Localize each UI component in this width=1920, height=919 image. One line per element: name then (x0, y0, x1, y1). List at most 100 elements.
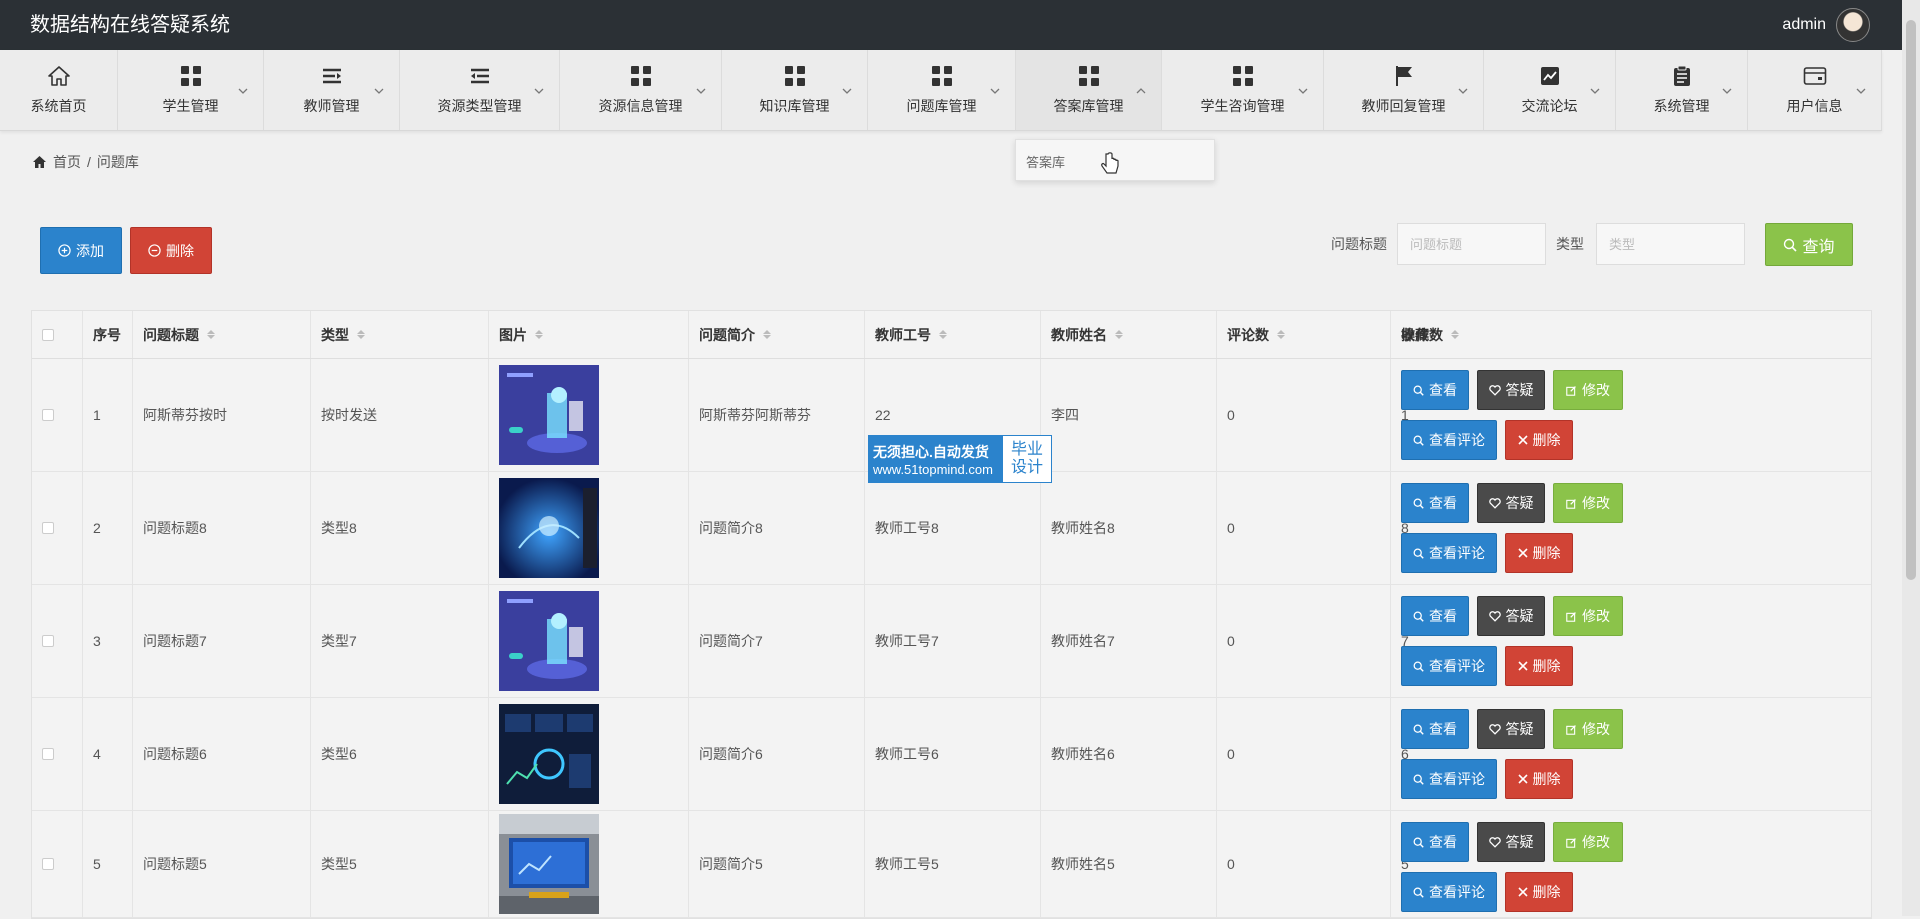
add-button[interactable]: 添加 (40, 227, 122, 274)
view-button[interactable]: 查看 (1401, 822, 1469, 862)
view-button[interactable]: 查看 (1401, 370, 1469, 410)
row-checkbox[interactable] (42, 748, 54, 760)
view-comments-button[interactable]: 查看评论 (1401, 533, 1497, 573)
row-actions: 查看 答疑 修改查看评论 删除 (1390, 698, 1873, 810)
cell-text: 0 (1227, 746, 1235, 762)
delete-row-button[interactable]: 删除 (1505, 759, 1573, 799)
delete-row-button[interactable]: 删除 (1505, 533, 1573, 573)
cell-intro: 问题简介7 (688, 585, 864, 697)
sort-icon[interactable] (763, 330, 771, 339)
user-name[interactable]: admin (1782, 16, 1826, 34)
search-icon (1413, 837, 1424, 848)
column-header-6[interactable]: 教师姓名 (1040, 311, 1216, 358)
cell-text: 4 (93, 746, 101, 762)
cell-type: 类型6 (310, 698, 488, 810)
cell-text: 2 (93, 520, 101, 536)
view-comments-button[interactable]: 查看评论 (1401, 759, 1497, 799)
row-checkbox[interactable] (42, 522, 54, 534)
answer-button[interactable]: 答疑 (1477, 596, 1545, 636)
row-checkbox[interactable] (42, 635, 54, 647)
answer-button[interactable]: 答疑 (1477, 370, 1545, 410)
avatar[interactable] (1836, 8, 1870, 42)
column-header-1[interactable]: 问题标题 (132, 311, 310, 358)
sort-icon[interactable] (207, 330, 215, 339)
cell-tid: 教师工号8 (864, 472, 1040, 584)
nav-item-11[interactable]: 系统管理 (1616, 50, 1748, 130)
nav-item-7[interactable]: 答案库管理 (1016, 50, 1162, 130)
delete-selected-button[interactable]: 删除 (130, 227, 212, 274)
delete-row-button-label: 删除 (1532, 432, 1561, 448)
delete-row-button[interactable]: 删除 (1505, 872, 1573, 912)
view-comments-button-label: 查看评论 (1429, 884, 1485, 900)
nav-item-5[interactable]: 知识库管理 (722, 50, 868, 130)
plus-circle-icon (58, 244, 71, 257)
column-header-label: 类型 (321, 326, 349, 343)
column-header-3[interactable]: 图片 (488, 311, 688, 358)
view-comments-button[interactable]: 查看评论 (1401, 872, 1497, 912)
chevron-down-icon (373, 84, 385, 96)
search-title-input[interactable] (1397, 223, 1546, 265)
row-checkbox[interactable] (42, 409, 54, 421)
view-button[interactable]: 查看 (1401, 483, 1469, 523)
nav-item-4[interactable]: 资源信息管理 (560, 50, 722, 130)
search-icon (1413, 548, 1424, 559)
watermark-right: 毕业 设计 (1003, 436, 1051, 482)
edit-button[interactable]: 修改 (1553, 709, 1623, 749)
nav-item-10[interactable]: 交流论坛 (1484, 50, 1616, 130)
dropdown-item-answer-library[interactable]: 答案库 (1026, 152, 1065, 171)
select-all-checkbox[interactable] (42, 328, 54, 341)
answer-button[interactable]: 答疑 (1477, 709, 1545, 749)
search-button[interactable]: 查询 (1765, 223, 1853, 266)
edit-button[interactable]: 修改 (1553, 822, 1623, 862)
add-button-label: 添加 (76, 242, 104, 259)
column-header-4[interactable]: 问题简介 (688, 311, 864, 358)
nav-item-3[interactable]: 资源类型管理 (400, 50, 560, 130)
view-button[interactable]: 查看 (1401, 709, 1469, 749)
home-icon (33, 156, 46, 168)
cell-text: 教师工号6 (875, 746, 939, 762)
cell-comments: 0 (1216, 359, 1390, 471)
edit-button[interactable]: 修改 (1553, 370, 1623, 410)
nav-label: 学生管理 (162, 98, 219, 114)
scrollbar-thumb[interactable] (1906, 20, 1916, 580)
cell-text: 阿斯蒂芬阿斯蒂芬 (699, 407, 811, 423)
search-button-label: 查询 (1802, 238, 1835, 256)
breadcrumb-home[interactable]: 首页 (53, 152, 81, 172)
nav-item-6[interactable]: 问题库管理 (868, 50, 1016, 130)
nav-item-9[interactable]: 教师回复管理 (1324, 50, 1484, 130)
view-comments-button[interactable]: 查看评论 (1401, 420, 1497, 460)
breadcrumb: 首页 / 问题库 (32, 152, 139, 172)
user-menu[interactable]: admin (1782, 8, 1870, 42)
column-header-label: 教师工号 (875, 326, 931, 343)
view-button-label: 查看 (1429, 834, 1457, 850)
nav-item-8[interactable]: 学生咨询管理 (1162, 50, 1324, 130)
edit-button[interactable]: 修改 (1553, 596, 1623, 636)
view-comments-button[interactable]: 查看评论 (1401, 646, 1497, 686)
cell-title: 问题标题8 (132, 472, 310, 584)
main-nav: 系统首页 学生管理 教师管理 资源类型管理 资源信息管理 知识库管理 问题库管理 答案库管理 学… (0, 50, 1882, 131)
sort-icon[interactable] (535, 330, 543, 339)
page-scrollbar[interactable] (1902, 0, 1920, 916)
delete-row-button[interactable]: 删除 (1505, 420, 1573, 460)
view-button[interactable]: 查看 (1401, 596, 1469, 636)
nav-item-12[interactable]: 用户信息 (1748, 50, 1882, 130)
column-header-2[interactable]: 类型 (310, 311, 488, 358)
column-header-5[interactable]: 教师工号 (864, 311, 1040, 358)
edit-button[interactable]: 修改 (1553, 483, 1623, 523)
column-header-7[interactable]: 评论数 (1216, 311, 1390, 358)
nav-item-1[interactable]: 学生管理 (118, 50, 264, 130)
nav-item-2[interactable]: 教师管理 (264, 50, 400, 130)
sort-icon[interactable] (939, 330, 947, 339)
sort-icon[interactable] (357, 330, 365, 339)
nav-item-0[interactable]: 系统首页 (0, 50, 118, 130)
cell-comments: 0 (1216, 585, 1390, 697)
answer-button[interactable]: 答疑 (1477, 822, 1545, 862)
row-checkbox[interactable] (42, 858, 54, 870)
sort-icon[interactable] (1277, 330, 1285, 339)
delete-row-button[interactable]: 删除 (1505, 646, 1573, 686)
answer-button[interactable]: 答疑 (1477, 483, 1545, 523)
chevron-down-icon (841, 84, 853, 96)
search-type-input[interactable] (1596, 223, 1745, 265)
watermark-right1: 毕业 (1010, 441, 1043, 458)
sort-icon[interactable] (1115, 330, 1123, 339)
